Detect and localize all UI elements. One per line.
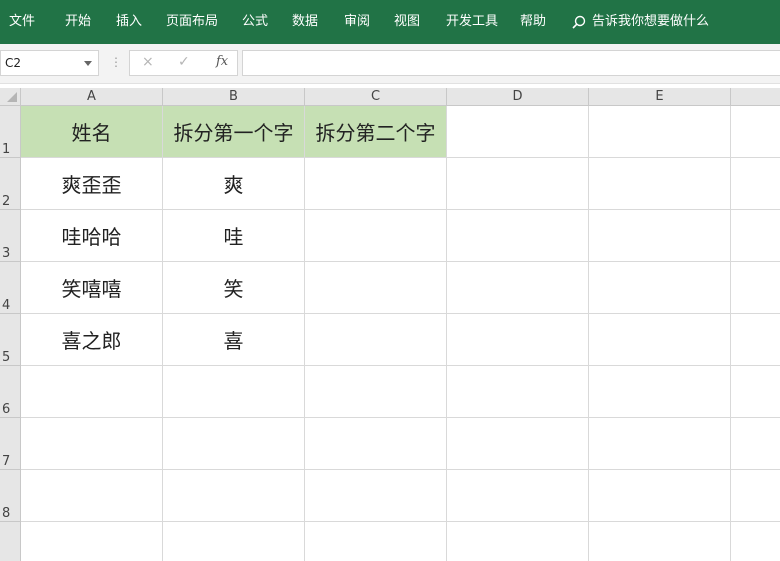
cell-c4[interactable] — [305, 262, 447, 314]
cell-d2[interactable] — [447, 158, 589, 210]
tell-me-label: 告诉我你想要做什么 — [592, 14, 710, 29]
cell-c7[interactable] — [305, 418, 447, 470]
cell-d3[interactable] — [447, 210, 589, 262]
cell-e2[interactable] — [589, 158, 731, 210]
cell-e4[interactable] — [589, 262, 731, 314]
cell-f2[interactable] — [731, 158, 780, 210]
insert-function-icon[interactable]: fx — [216, 54, 228, 69]
name-box[interactable]: C2 — [0, 50, 99, 76]
column-header-b[interactable]: B — [163, 88, 305, 106]
formula-bar-area: C2 ⋮ × ✓ fx — [0, 44, 780, 84]
column-header-d[interactable]: D — [447, 88, 589, 106]
cancel-icon[interactable]: × — [142, 54, 154, 70]
ribbon-tab-bar: 文件 开始 插入 页面布局 公式 数据 审阅 视图 开发工具 帮助 告诉我你想要… — [0, 0, 780, 44]
cell-a2[interactable]: 爽歪歪 — [21, 158, 163, 210]
row-header-1[interactable]: 1 — [0, 106, 21, 158]
cell-a4[interactable]: 笑嘻嘻 — [21, 262, 163, 314]
cell-f5[interactable] — [731, 314, 780, 366]
column-header-c[interactable]: C — [305, 88, 447, 106]
cell-f7[interactable] — [731, 418, 780, 470]
search-icon — [572, 15, 586, 29]
cell-f9[interactable] — [731, 522, 780, 561]
cell-c6[interactable] — [305, 366, 447, 418]
tab-page-layout[interactable]: 页面布局 — [166, 14, 218, 30]
cell-e9[interactable] — [589, 522, 731, 561]
cell-a6[interactable] — [21, 366, 163, 418]
cell-e8[interactable] — [589, 470, 731, 522]
cell-c8[interactable] — [305, 470, 447, 522]
cell-b4[interactable]: 笑 — [163, 262, 305, 314]
row-header-3[interactable]: 3 — [0, 210, 21, 262]
cell-f8[interactable] — [731, 470, 780, 522]
cell-a9[interactable] — [21, 522, 163, 561]
cell-f3[interactable] — [731, 210, 780, 262]
tell-me-search[interactable]: 告诉我你想要做什么 — [572, 14, 709, 30]
cell-b6[interactable] — [163, 366, 305, 418]
cell-f4[interactable] — [731, 262, 780, 314]
cell-b7[interactable] — [163, 418, 305, 470]
chevron-down-icon[interactable] — [84, 61, 92, 66]
cell-d4[interactable] — [447, 262, 589, 314]
formula-input[interactable] — [242, 50, 780, 76]
cell-d8[interactable] — [447, 470, 589, 522]
cell-c2[interactable] — [305, 158, 447, 210]
cell-e6[interactable] — [589, 366, 731, 418]
cell-d9[interactable] — [447, 522, 589, 561]
cell-d5[interactable] — [447, 314, 589, 366]
cell-b2[interactable]: 爽 — [163, 158, 305, 210]
tab-developer[interactable]: 开发工具 — [446, 14, 498, 30]
tab-data[interactable]: 数据 — [292, 14, 318, 30]
cell-b8[interactable] — [163, 470, 305, 522]
tab-file[interactable]: 文件 — [9, 14, 35, 30]
cell-c9[interactable] — [305, 522, 447, 561]
cell-d6[interactable] — [447, 366, 589, 418]
tab-review[interactable]: 审阅 — [344, 14, 370, 30]
column-header-f[interactable] — [731, 88, 780, 106]
cell-b5[interactable]: 喜 — [163, 314, 305, 366]
cell-a3[interactable]: 哇哈哈 — [21, 210, 163, 262]
cell-e5[interactable] — [589, 314, 731, 366]
select-all-icon — [7, 92, 17, 102]
formula-buttons: × ✓ fx — [129, 50, 238, 76]
cell-c5[interactable] — [305, 314, 447, 366]
tab-insert[interactable]: 插入 — [116, 14, 142, 30]
cell-e7[interactable] — [589, 418, 731, 470]
select-all-corner[interactable] — [0, 88, 21, 106]
enter-icon[interactable]: ✓ — [178, 54, 190, 70]
cell-d1[interactable] — [447, 106, 589, 158]
cell-f1[interactable] — [731, 106, 780, 158]
cell-f6[interactable] — [731, 366, 780, 418]
cell-e1[interactable] — [589, 106, 731, 158]
row-header-6[interactable]: 6 — [0, 366, 21, 418]
row-header-4[interactable]: 4 — [0, 262, 21, 314]
cell-b1[interactable]: 拆分第一个字 — [163, 106, 305, 158]
row-header-8[interactable]: 8 — [0, 470, 21, 522]
cell-b3[interactable]: 哇 — [163, 210, 305, 262]
cell-b9[interactable] — [163, 522, 305, 561]
tab-help[interactable]: 帮助 — [520, 14, 546, 30]
cell-a5[interactable]: 喜之郎 — [21, 314, 163, 366]
more-options-icon[interactable]: ⋮ — [110, 55, 122, 69]
cell-d7[interactable] — [447, 418, 589, 470]
cell-a7[interactable] — [21, 418, 163, 470]
tab-view[interactable]: 视图 — [394, 14, 420, 30]
cell-c3[interactable] — [305, 210, 447, 262]
column-header-a[interactable]: A — [21, 88, 163, 106]
tab-formulas[interactable]: 公式 — [242, 14, 268, 30]
row-header-7[interactable]: 7 — [0, 418, 21, 470]
cell-e3[interactable] — [589, 210, 731, 262]
row-header-9[interactable] — [0, 522, 21, 561]
cell-c1[interactable]: 拆分第二个字 — [305, 106, 447, 158]
tab-home[interactable]: 开始 — [65, 14, 91, 30]
cell-a1[interactable]: 姓名 — [21, 106, 163, 158]
row-header-5[interactable]: 5 — [0, 314, 21, 366]
cell-a8[interactable] — [21, 470, 163, 522]
name-box-value: C2 — [5, 56, 22, 70]
row-header-2[interactable]: 2 — [0, 158, 21, 210]
column-header-e[interactable]: E — [589, 88, 731, 106]
